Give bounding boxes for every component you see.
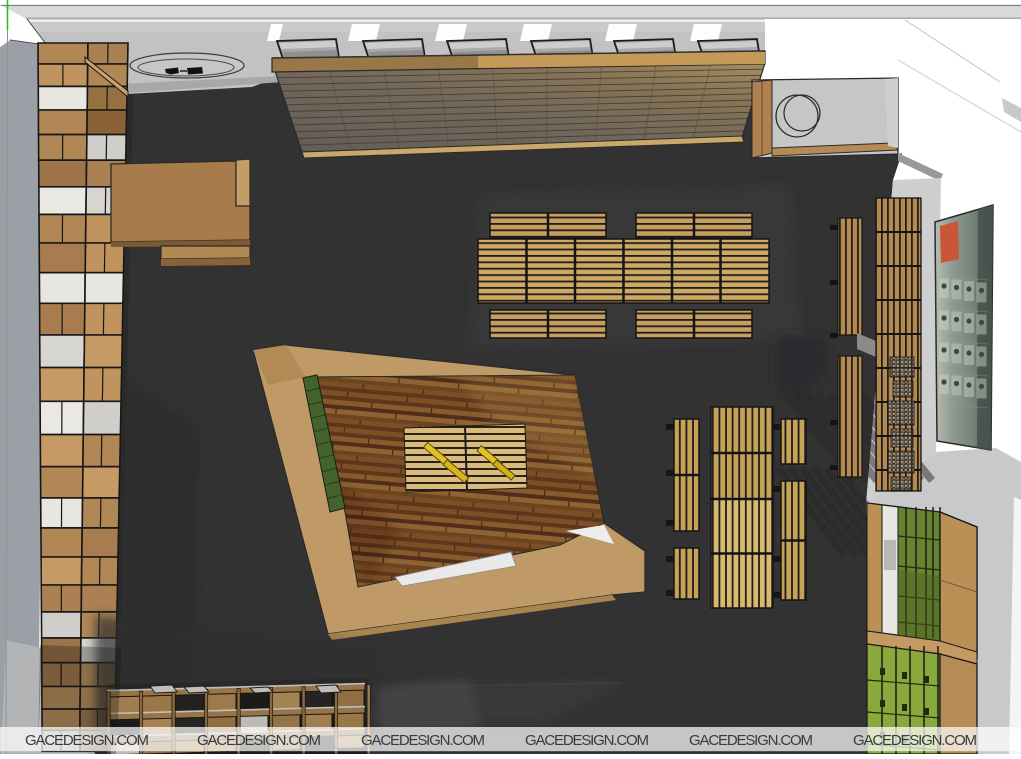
svg-text:GACEDESIGN.COM: GACEDESIGN.COM bbox=[525, 732, 649, 749]
svg-text:GACEDESIGN.COM: GACEDESIGN.COM bbox=[689, 732, 813, 749]
svg-text:GACEDESIGN.COM: GACEDESIGN.COM bbox=[853, 732, 977, 749]
svg-text:GACEDESIGN.COM: GACEDESIGN.COM bbox=[25, 732, 149, 749]
svg-text:GACEDESIGN.COM: GACEDESIGN.COM bbox=[361, 732, 485, 749]
svg-text:GACEDESIGN.COM: GACEDESIGN.COM bbox=[197, 732, 321, 749]
